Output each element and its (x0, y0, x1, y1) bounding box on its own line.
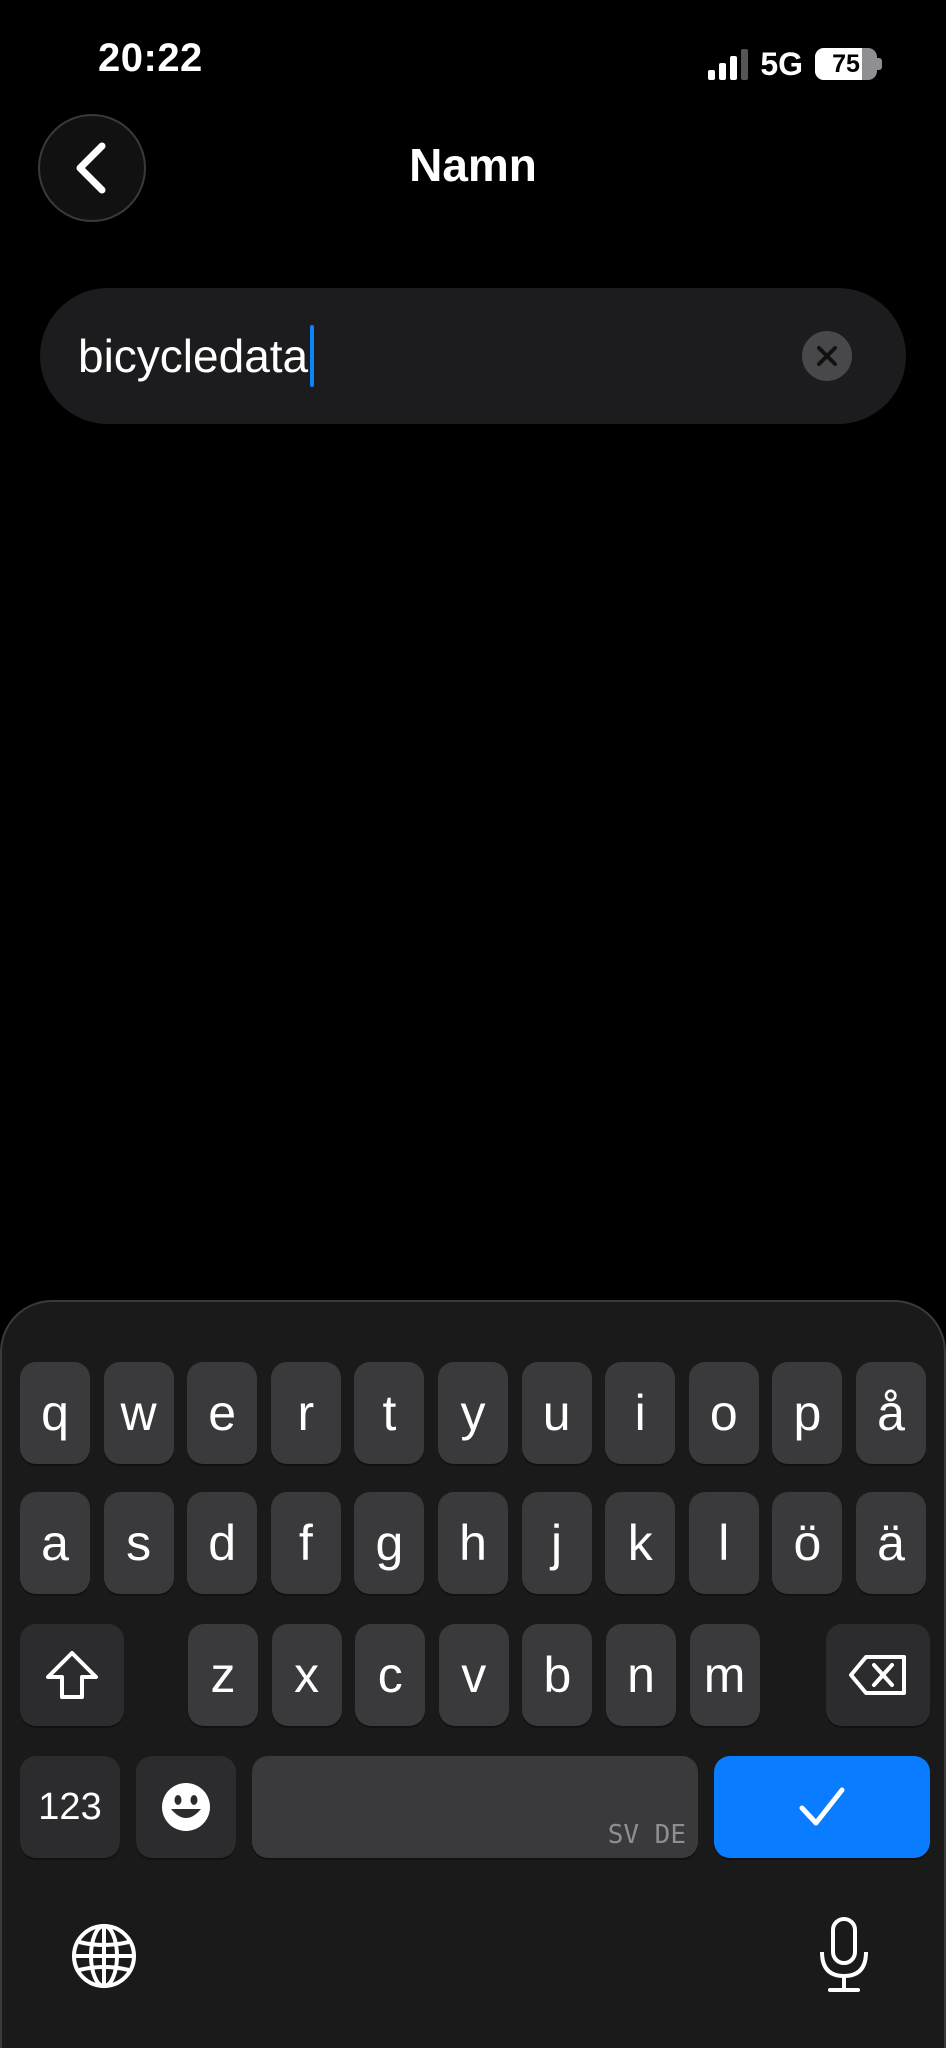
name-input-value: bicycledata (78, 330, 309, 382)
key-s[interactable]: s (103, 1492, 174, 1594)
battery-level: 75 (832, 49, 860, 78)
key-y[interactable]: y (438, 1362, 508, 1464)
globe-icon (72, 1924, 136, 1988)
emoji-key[interactable] (136, 1756, 236, 1858)
key-l[interactable]: l (688, 1492, 759, 1594)
key-x[interactable]: x (271, 1624, 342, 1726)
key-ö[interactable]: ö (772, 1492, 843, 1594)
shift-icon (46, 1651, 98, 1699)
key-t[interactable]: t (354, 1362, 425, 1464)
clear-text-button[interactable] (802, 331, 852, 381)
key-w[interactable]: w (103, 1362, 174, 1464)
key-a[interactable]: a (20, 1492, 90, 1594)
key-h[interactable]: h (438, 1492, 508, 1594)
key-v[interactable]: v (438, 1624, 509, 1726)
name-input[interactable]: bicycledata (40, 288, 906, 424)
clear-x-icon (817, 346, 837, 366)
battery-icon: 75 (815, 48, 882, 80)
key-u[interactable]: u (521, 1362, 592, 1464)
key-q[interactable]: q (20, 1362, 90, 1464)
dictation-button[interactable] (808, 1912, 880, 1998)
numbers-key-label: 123 (38, 1785, 102, 1828)
key-g[interactable]: g (354, 1492, 425, 1594)
done-key[interactable] (714, 1756, 930, 1858)
key-b[interactable]: b (522, 1624, 593, 1726)
status-indicators: 5G 75 (708, 44, 882, 84)
key-ä[interactable]: ä (856, 1492, 926, 1594)
key-k[interactable]: k (605, 1492, 676, 1594)
key-c[interactable]: c (355, 1624, 426, 1726)
emoji-icon (162, 1783, 210, 1831)
keyboard: qwertyuiopå asdfghjklöä zxcvbnm 123 SV D… (0, 1300, 946, 2048)
key-p[interactable]: p (772, 1362, 843, 1464)
key-m[interactable]: m (689, 1624, 760, 1726)
shift-key[interactable] (20, 1624, 124, 1726)
key-n[interactable]: n (606, 1624, 676, 1726)
key-j[interactable]: j (521, 1492, 592, 1594)
space-key[interactable]: SV DE (252, 1756, 698, 1858)
page-title: Namn (409, 139, 537, 191)
numbers-key[interactable]: 123 (20, 1756, 120, 1858)
key-i[interactable]: i (605, 1362, 676, 1464)
microphone-icon (820, 1917, 868, 1992)
cellular-signal-icon (708, 48, 749, 80)
key-o[interactable]: o (688, 1362, 759, 1464)
backspace-key[interactable] (826, 1624, 930, 1726)
key-d[interactable]: d (187, 1492, 258, 1594)
text-caret (310, 325, 315, 387)
network-type: 5G (760, 45, 803, 82)
checkmark-icon (799, 1787, 845, 1826)
key-f[interactable]: f (270, 1492, 341, 1594)
backspace-icon (849, 1655, 906, 1695)
keyboard-language-label: SV DE (607, 1820, 686, 1850)
key-e[interactable]: e (187, 1362, 258, 1464)
status-time: 20:22 (98, 36, 203, 80)
key-r[interactable]: r (270, 1362, 341, 1464)
globe-button[interactable] (68, 1920, 140, 1992)
key-z[interactable]: z (188, 1624, 258, 1726)
key-å[interactable]: å (856, 1362, 926, 1464)
app-screen: 20:22 5G 75 Namn bicycledata q w e r t y… (0, 0, 946, 2048)
